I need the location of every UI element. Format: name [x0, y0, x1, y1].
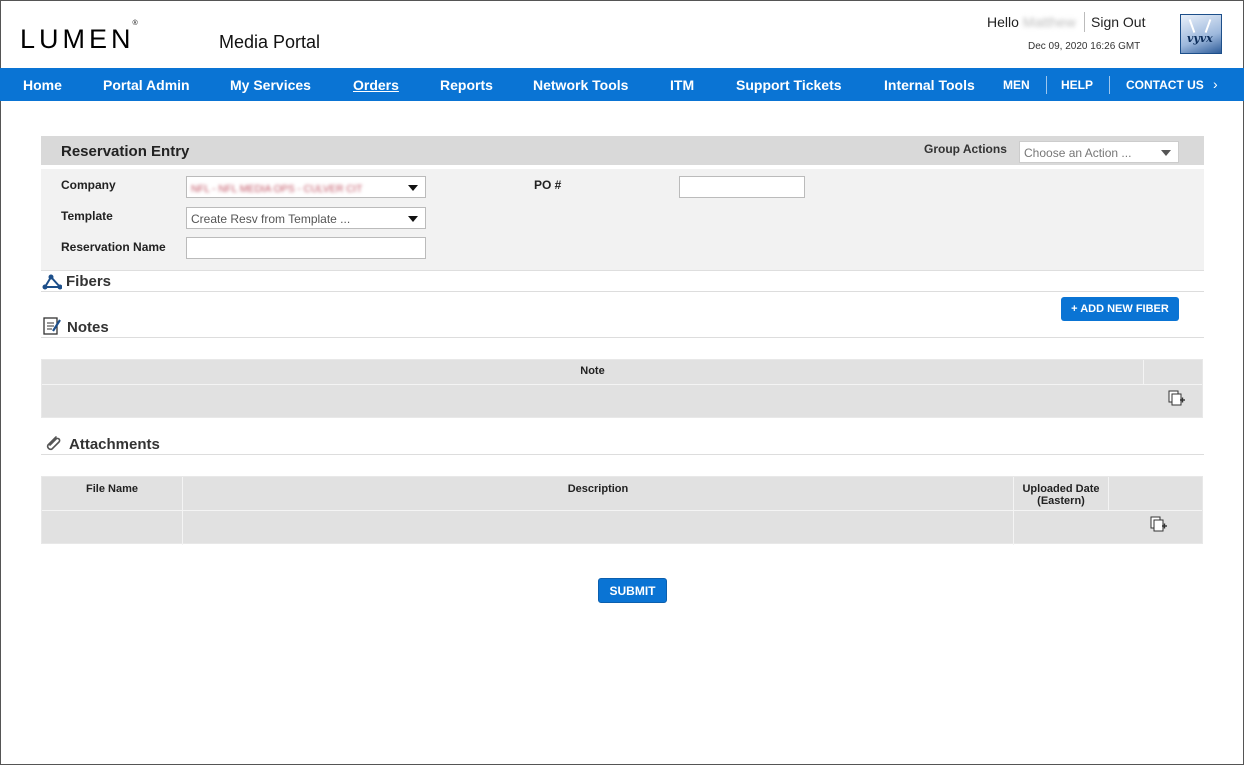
- po-number-label: PO #: [534, 178, 562, 192]
- column-divider: [1143, 360, 1144, 384]
- company-label: Company: [61, 178, 116, 192]
- nav-my-services[interactable]: My Services: [230, 77, 311, 93]
- user-name: Matthew: [1022, 14, 1076, 30]
- nav-itm[interactable]: ITM: [670, 77, 694, 93]
- notes-title: Notes: [67, 319, 109, 336]
- nav-support-tickets[interactable]: Support Tickets: [736, 77, 842, 93]
- row-divider: [42, 384, 1202, 385]
- fibers-section-header: Fibers: [41, 270, 1204, 292]
- company-select[interactable]: NFL - NFL MEDIA OPS - CULVER CIT: [186, 176, 426, 198]
- current-datetime: Dec 09, 2020 16:26 GMT: [1028, 41, 1141, 52]
- add-attachment-icon[interactable]: [1150, 516, 1168, 532]
- notes-table: Note: [41, 359, 1203, 418]
- nav-separator: [1046, 76, 1047, 94]
- nav-network-tools[interactable]: Network Tools: [533, 77, 628, 93]
- nav-reports[interactable]: Reports: [440, 77, 493, 93]
- file-name-column-header: File Name: [86, 483, 138, 495]
- chevron-right-icon[interactable]: ›: [1213, 76, 1218, 92]
- nav-internal-tools[interactable]: Internal Tools: [884, 77, 975, 93]
- header: LUMEN® Media Portal Hello Matthew Sign O…: [0, 0, 1244, 68]
- template-select[interactable]: Create Resv from Template ...: [186, 207, 426, 229]
- group-actions-select[interactable]: Choose an Action ...: [1019, 141, 1179, 163]
- paperclip-icon: [46, 436, 61, 451]
- nav-help[interactable]: HELP: [1061, 78, 1093, 92]
- reservation-name-label: Reservation Name: [61, 240, 166, 254]
- fiber-nodes-icon: [42, 274, 62, 290]
- notes-section-header: Notes: [41, 316, 1204, 338]
- main-nav: Home Portal Admin My Services Orders Rep…: [0, 68, 1244, 101]
- chevron-down-icon: [1161, 150, 1171, 156]
- nav-contact-us[interactable]: CONTACT US: [1126, 78, 1204, 92]
- nav-men[interactable]: MEN: [1003, 78, 1030, 92]
- nav-orders[interactable]: Orders: [353, 77, 399, 93]
- sign-out-link[interactable]: Sign Out: [1091, 14, 1145, 30]
- template-label: Template: [61, 209, 113, 223]
- reservation-form: Company NFL - NFL MEDIA OPS - CULVER CIT…: [41, 169, 1204, 271]
- chevron-down-icon: [408, 185, 418, 191]
- uploaded-date-column-header: Uploaded Date (Eastern): [1022, 483, 1100, 507]
- chevron-down-icon: [408, 216, 418, 222]
- attachments-section-header: Attachments: [41, 433, 1204, 455]
- column-divider: [1108, 477, 1109, 510]
- greeting: Hello Matthew: [987, 14, 1076, 30]
- nav-portal-admin[interactable]: Portal Admin: [103, 77, 190, 93]
- nav-separator: [1109, 76, 1110, 94]
- notepad-icon: [43, 317, 61, 335]
- reservation-header: Reservation Entry Group Actions Choose a…: [41, 136, 1204, 165]
- po-number-input[interactable]: [679, 176, 805, 198]
- greeting-prefix: Hello: [987, 14, 1019, 30]
- reservation-title: Reservation Entry: [61, 143, 190, 160]
- attachments-table: File Name Description Uploaded Date (Eas…: [41, 476, 1203, 545]
- nav-home[interactable]: Home: [23, 77, 62, 93]
- note-column-header: Note: [580, 365, 605, 377]
- portal-title: Media Portal: [219, 32, 321, 52]
- add-note-icon[interactable]: [1168, 390, 1186, 406]
- fibers-title: Fibers: [66, 273, 112, 290]
- description-column-header: Description: [567, 483, 629, 495]
- lumen-logo[interactable]: LUMEN®: [20, 20, 140, 55]
- reservation-name-input[interactable]: [186, 237, 426, 259]
- attachments-title: Attachments: [69, 436, 160, 453]
- row-divider: [42, 510, 1202, 511]
- submit-button[interactable]: SUBMIT: [598, 578, 667, 603]
- vyvx-logo: vyvx: [1180, 14, 1222, 54]
- group-actions-label: Group Actions: [924, 142, 1007, 156]
- header-divider: [1084, 12, 1085, 32]
